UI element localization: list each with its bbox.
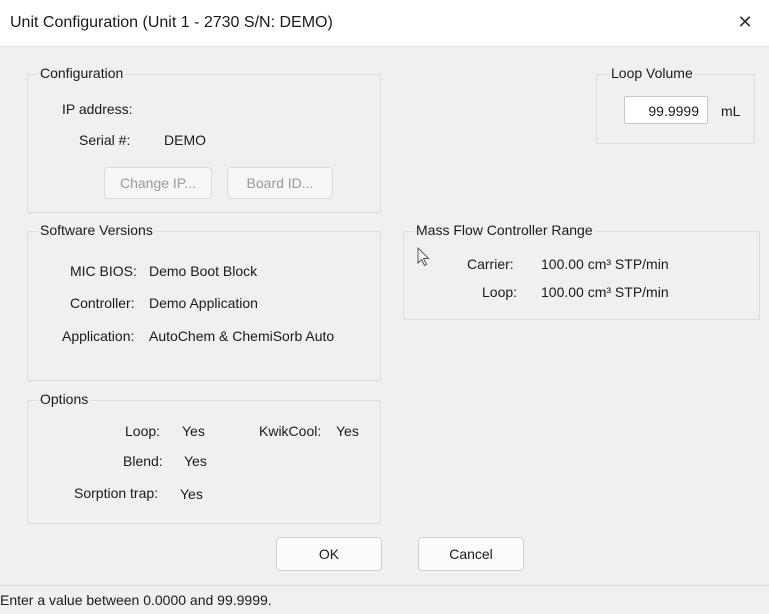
cancel-button[interactable]: Cancel [418, 537, 524, 571]
status-bar: Enter a value between 0.0000 and 99.9999… [0, 585, 769, 614]
mfc-range-group: Mass Flow Controller Range [403, 222, 760, 320]
option-sorption-label: Sorption trap: [74, 485, 159, 501]
loop-volume-legend: Loop Volume [609, 65, 695, 81]
controller-value: Demo Application [149, 295, 258, 311]
window-title: Unit Configuration (Unit 1 - 2730 S/N: D… [10, 14, 333, 31]
loop-volume-input[interactable]: 99.9999 [624, 96, 708, 124]
option-kwikcool-label: KwikCool: [259, 423, 322, 439]
loop-volume-unit: mL [721, 103, 741, 119]
mic-bios-value: Demo Boot Block [149, 263, 258, 279]
option-loop-value: Yes [182, 423, 205, 439]
application-value: AutoChem & ChemiSorb Auto [149, 328, 335, 344]
mic-bios-label: MIC BIOS: [70, 263, 137, 279]
serial-value: DEMO [164, 132, 206, 148]
configuration-legend: Configuration [38, 65, 126, 81]
ok-button[interactable]: OK [276, 537, 382, 571]
mfc-range-legend: Mass Flow Controller Range [414, 222, 595, 238]
option-blend-label: Blend: [123, 453, 163, 469]
change-ip-button[interactable]: Change IP... [104, 167, 212, 199]
options-legend: Options [38, 391, 91, 407]
option-loop-label: Loop: [125, 423, 161, 439]
option-sorption-value: Yes [180, 486, 203, 502]
software-versions-legend: Software Versions [38, 222, 155, 238]
status-text: Enter a value between 0.0000 and 99.9999… [0, 592, 272, 608]
mouse-pointer-icon [417, 246, 431, 270]
loop-flow-value: 100.00 cm³ STP/min [541, 284, 669, 300]
controller-label: Controller: [70, 295, 135, 311]
application-label: Application: [62, 328, 135, 344]
close-icon[interactable]: ✕ [733, 10, 757, 34]
ip-address-label: IP address: [62, 101, 133, 117]
option-kwikcool-value: Yes [336, 423, 359, 439]
serial-label: Serial #: [79, 132, 131, 148]
title-bar: Unit Configuration (Unit 1 - 2730 S/N: D… [0, 0, 769, 47]
loop-flow-label: Loop: [482, 284, 518, 300]
carrier-value: 100.00 cm³ STP/min [541, 256, 669, 272]
option-blend-value: Yes [184, 453, 207, 469]
board-id-button[interactable]: Board ID... [227, 167, 333, 199]
carrier-label: Carrier: [467, 256, 514, 272]
